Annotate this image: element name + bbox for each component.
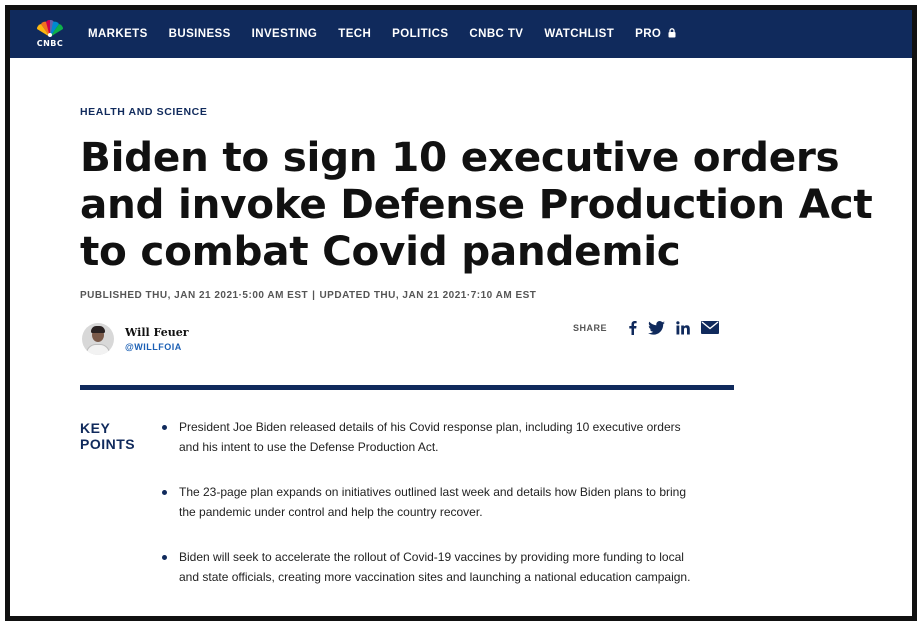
- screenshot-frame: CNBC MARKETS BUSINESS INVESTING TECH POL…: [5, 5, 917, 621]
- nav-item-business[interactable]: BUSINESS: [169, 28, 231, 40]
- updated-time: UPDATED THU, JAN 21 2021·7:10 AM EST: [319, 290, 537, 301]
- author-byline: Will Feuer @WILLFOIA: [82, 323, 189, 355]
- nav-item-pro-label: PRO: [635, 28, 662, 40]
- author-handle[interactable]: @WILLFOIA: [125, 342, 189, 352]
- key-points-heading-line1: KEY: [80, 420, 111, 436]
- email-icon[interactable]: [701, 321, 720, 334]
- bullet-icon: [162, 490, 167, 495]
- logo-text: CNBC: [36, 39, 64, 48]
- nav-item-cnbc-tv[interactable]: CNBC TV: [469, 28, 523, 40]
- nav-item-investing[interactable]: INVESTING: [252, 28, 318, 40]
- key-point-text: The 23-page plan expands on initiatives …: [179, 485, 686, 519]
- article-dateline: PUBLISHED THU, JAN 21 2021·5:00 AM EST | U…: [80, 290, 536, 301]
- nav-item-watchlist[interactable]: WATCHLIST: [544, 28, 614, 40]
- top-navigation-bar: CNBC MARKETS BUSINESS INVESTING TECH POL…: [10, 10, 912, 58]
- bullet-icon: [162, 425, 167, 430]
- key-point-text: President Joe Biden released details of …: [179, 420, 681, 454]
- share-label: SHARE: [573, 322, 608, 333]
- dateline-separator: |: [312, 290, 316, 301]
- key-points-divider: [80, 385, 734, 390]
- key-point-item: Biden will seek to accelerate the rollou…: [162, 547, 702, 587]
- key-points-heading: KEY POINTS: [80, 420, 135, 452]
- key-point-item: The 23-page plan expands on initiatives …: [162, 482, 702, 522]
- key-point-text: Biden will seek to accelerate the rollou…: [179, 550, 691, 584]
- linkedin-icon[interactable]: [676, 320, 690, 335]
- nav-menu: MARKETS BUSINESS INVESTING TECH POLITICS…: [88, 28, 697, 40]
- nav-item-politics[interactable]: POLITICS: [392, 28, 448, 40]
- key-points-list: President Joe Biden released details of …: [162, 417, 702, 587]
- section-label[interactable]: HEALTH AND SCIENCE: [80, 106, 207, 118]
- twitter-icon[interactable]: [648, 320, 665, 335]
- nav-item-markets[interactable]: MARKETS: [88, 28, 148, 40]
- nav-item-tech[interactable]: TECH: [338, 28, 371, 40]
- facebook-icon[interactable]: [628, 320, 637, 335]
- article-headline: Biden to sign 10 executive orders and in…: [80, 133, 873, 275]
- bullet-icon: [162, 555, 167, 560]
- author-avatar[interactable]: [82, 323, 114, 355]
- share-bar: SHARE: [573, 320, 720, 335]
- published-time: PUBLISHED THU, JAN 21 2021·5:00 AM EST: [80, 290, 309, 301]
- peacock-icon: [36, 20, 64, 37]
- key-point-item: President Joe Biden released details of …: [162, 417, 702, 457]
- cnbc-logo[interactable]: CNBC: [24, 10, 76, 58]
- key-points-heading-line2: POINTS: [80, 436, 136, 452]
- author-name[interactable]: Will Feuer: [125, 326, 189, 339]
- nav-item-pro[interactable]: PRO: [635, 28, 676, 40]
- lock-icon: [668, 28, 676, 38]
